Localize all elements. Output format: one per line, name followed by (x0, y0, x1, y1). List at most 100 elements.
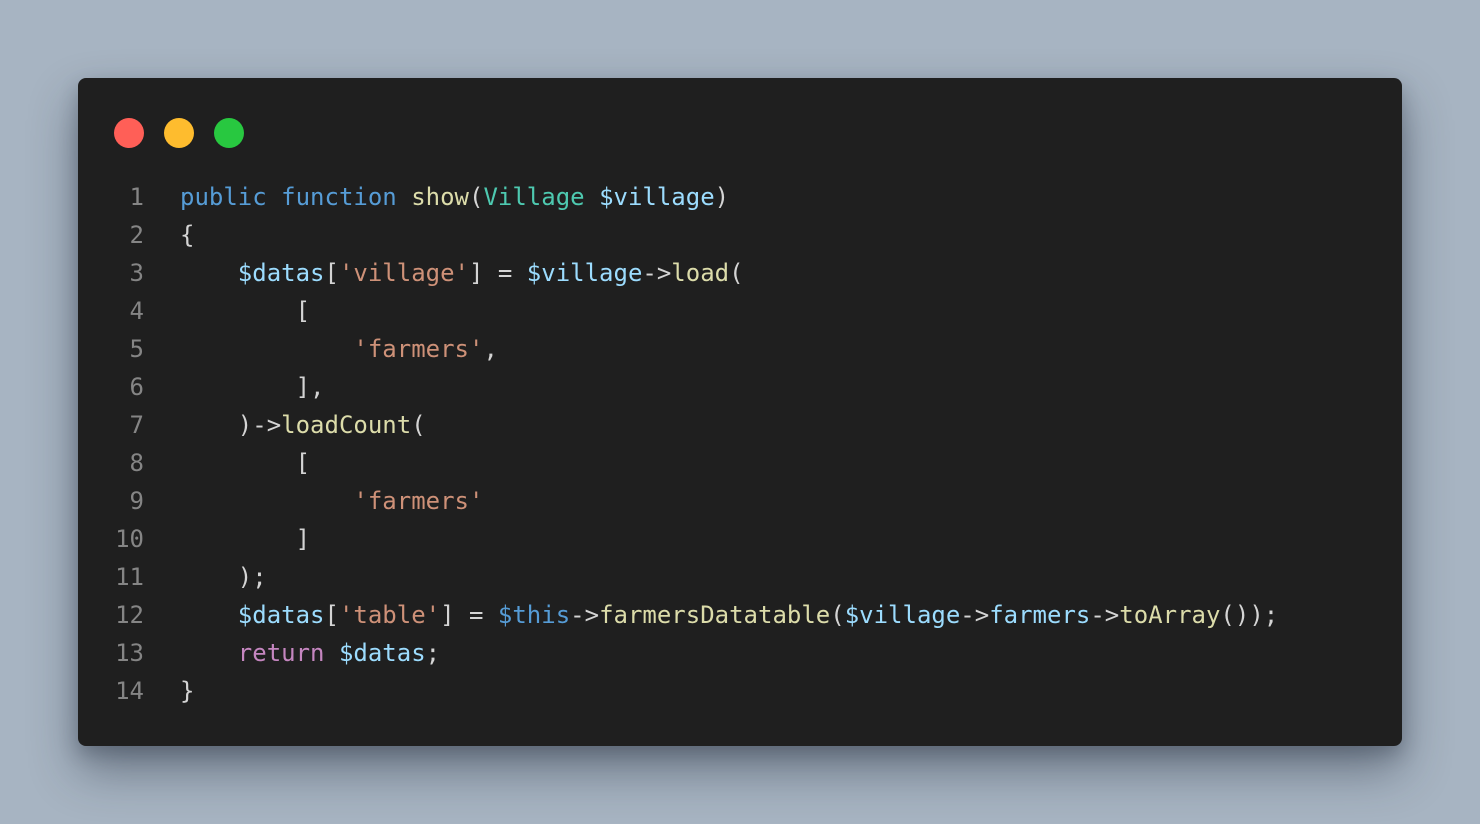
code-token: -> (960, 601, 990, 629)
code-line: 14} (78, 672, 1278, 710)
code-line: 9 'farmers' (78, 482, 1278, 520)
line-number: 7 (129, 411, 144, 439)
code-token: ] = (440, 601, 498, 629)
line-source: public function show(Village $village) (144, 178, 729, 216)
code-token: ; (425, 639, 441, 667)
code-token: [ (324, 259, 339, 287)
line-number: 8 (129, 449, 144, 477)
code-token: $village (844, 601, 961, 629)
line-source: )->loadCount( (144, 406, 426, 444)
code-line: 8 [ (78, 444, 1278, 482)
code-token: 'village' (338, 259, 469, 287)
code-line: 1 public function show(Village $village) (78, 178, 1278, 216)
code-token: ] (180, 525, 311, 553)
line-number: 14 (115, 677, 144, 705)
code-token: ], (180, 373, 325, 401)
code-line: 4 [ (78, 292, 1278, 330)
code-line: 2{ (78, 216, 1278, 254)
line-source: 'farmers', (144, 330, 498, 368)
code-token: $datas (237, 601, 325, 629)
code-token: -> (570, 601, 600, 629)
code-token: ( (411, 411, 426, 439)
line-source: 'farmers' (144, 482, 483, 520)
line-number: 11 (115, 563, 144, 591)
code-token: Village (483, 183, 585, 211)
code-token: farmersDatatable (599, 601, 831, 629)
code-token: ( (469, 183, 484, 211)
code-token: return (237, 639, 325, 667)
code-token: $datas (237, 259, 325, 287)
maximize-button[interactable] (214, 118, 244, 148)
line-number: 10 (115, 525, 144, 553)
code-token: load (671, 259, 730, 287)
code-token: loadCount (281, 411, 412, 439)
code-line: 7 )->loadCount( (78, 406, 1278, 444)
code-token: 'farmers' (353, 335, 484, 363)
code-window: 1 public function show(Village $village) 2… (78, 78, 1402, 746)
line-number: 3 (129, 259, 144, 287)
code-token: , (483, 335, 498, 363)
code-token: -> (642, 259, 672, 287)
window-controls (114, 118, 244, 148)
code-token: farmers (989, 601, 1091, 629)
code-token: show (411, 183, 469, 211)
line-source: [ (144, 292, 310, 330)
code-token: $this (497, 601, 571, 629)
line-source: ); (144, 558, 267, 596)
code-token: function (281, 183, 397, 211)
line-number: 4 (129, 297, 144, 325)
line-source: return $datas; (144, 634, 440, 672)
code-token: { (180, 221, 195, 249)
line-source: $datas['village'] = $village->load( (144, 254, 744, 292)
line-source: ], (144, 368, 325, 406)
line-number: 13 (115, 639, 144, 667)
code-token: ) (714, 183, 730, 211)
code-line: 13 return $datas; (78, 634, 1278, 672)
minimize-button[interactable] (164, 118, 194, 148)
code-token: ()); (1220, 601, 1279, 629)
code-token: [ (180, 449, 311, 477)
code-token: $village (599, 183, 715, 211)
code-editor[interactable]: 1 public function show(Village $village) 2… (78, 178, 1278, 710)
code-token: [ (180, 297, 311, 325)
line-source: } (144, 672, 194, 710)
code-line: 12 $datas['table'] = $this->farmersDatat… (78, 596, 1278, 634)
code-token: [ (324, 601, 339, 629)
code-token: } (180, 677, 195, 705)
line-number: 2 (129, 221, 144, 249)
line-number: 5 (129, 335, 144, 363)
code-line: 3 $datas['village'] = $village->load( (78, 254, 1278, 292)
close-button[interactable] (114, 118, 144, 148)
line-number: 12 (115, 601, 144, 629)
code-token: ( (729, 259, 744, 287)
code-token: ); (180, 563, 267, 591)
line-source: $datas['table'] = $this->farmersDatatabl… (144, 596, 1278, 634)
code-line: 6 ], (78, 368, 1278, 406)
code-line: 5 'farmers', (78, 330, 1278, 368)
line-source: { (144, 216, 194, 254)
line-number: 1 (129, 183, 144, 211)
code-token: ( (830, 601, 845, 629)
code-line: 11 ); (78, 558, 1278, 596)
line-number: 6 (129, 373, 144, 401)
code-token: toArray (1119, 601, 1221, 629)
code-token: $village (526, 259, 643, 287)
line-number: 9 (129, 487, 144, 515)
code-token: 'table' (338, 601, 441, 629)
code-token: -> (1090, 601, 1120, 629)
code-token: $datas (338, 639, 426, 667)
line-source: [ (144, 444, 310, 482)
code-token: 'farmers' (353, 487, 484, 515)
code-token: )-> (180, 411, 282, 439)
line-source: ] (144, 520, 310, 558)
code-token: public (180, 183, 267, 211)
